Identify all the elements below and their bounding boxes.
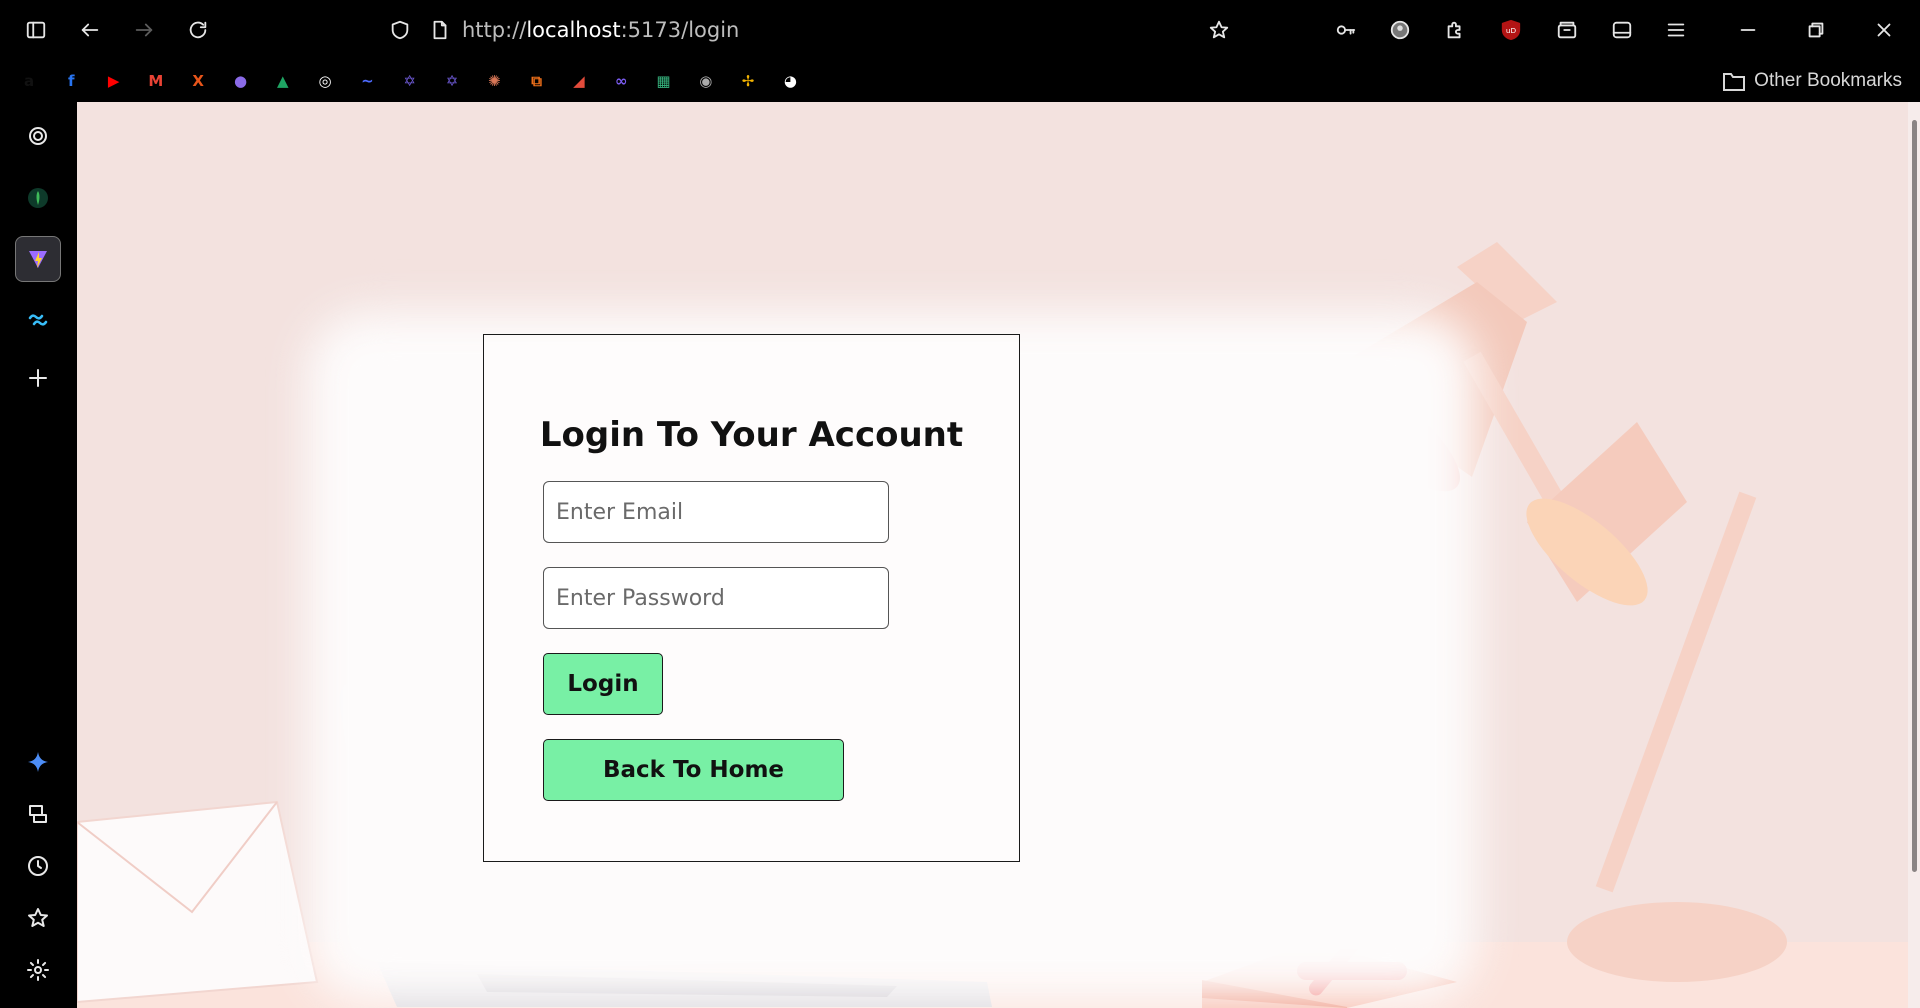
- account-avatar-icon[interactable]: [1382, 12, 1418, 48]
- sidebar-toggle-icon[interactable]: [18, 12, 54, 48]
- bookmark-x-icon[interactable]: X: [185, 68, 211, 94]
- folder-icon: [1723, 73, 1746, 91]
- mongodb-icon[interactable]: [18, 178, 58, 218]
- login-title: Login To Your Account: [539, 415, 964, 455]
- minimize-icon[interactable]: [1730, 12, 1766, 48]
- menu-hamburger-icon[interactable]: [1658, 12, 1694, 48]
- browser-sidebar: [0, 102, 77, 1008]
- page-scrollbar[interactable]: [1908, 102, 1920, 1008]
- bookmark-bolt-icon[interactable]: ⧉: [524, 68, 550, 94]
- bookmarks-bar: a f ▶ M X ● ▲ ◎ ~ ✡ ✡ ✺ ⧉ ◢ ∞ ▦ ◉ ✢ ◕ Other Bookmarks: [0, 60, 1920, 102]
- login-button[interactable]: Login: [543, 653, 663, 715]
- bookmark-incognito-icon[interactable]: ◕: [777, 68, 803, 94]
- bookmark-github-icon[interactable]: ◉: [693, 68, 719, 94]
- bookmarks-star-icon[interactable]: [18, 898, 58, 938]
- scrollbar-thumb[interactable]: [1912, 120, 1917, 872]
- add-panel-icon[interactable]: [18, 358, 58, 398]
- bookmark-deepseek-icon[interactable]: ~: [354, 68, 380, 94]
- forward-arrow-icon[interactable]: [126, 12, 162, 48]
- bookmark-play-app-icon[interactable]: ◢: [566, 68, 592, 94]
- tab-view-icon[interactable]: [1604, 12, 1640, 48]
- bookmark-google-drive-icon[interactable]: ▲: [270, 68, 296, 94]
- reload-icon[interactable]: [180, 12, 216, 48]
- chatgpt-icon[interactable]: [18, 116, 58, 156]
- bookmark-claude-icon[interactable]: ✺: [481, 68, 507, 94]
- bookmark-youtube-icon[interactable]: ▶: [101, 68, 127, 94]
- tailwind-icon[interactable]: [18, 300, 58, 340]
- ublock-origin-icon[interactable]: uD: [1493, 12, 1529, 48]
- browser-toolbar: http://localhost:5173/login uD: [0, 0, 1920, 60]
- password-field[interactable]: [543, 567, 889, 629]
- password-key-icon[interactable]: [1328, 12, 1364, 48]
- bookmark-star-app-2-icon[interactable]: ✡: [439, 68, 465, 94]
- other-bookmarks-label: Other Bookmarks: [1754, 70, 1902, 91]
- address-bar[interactable]: http://localhost:5173/login: [372, 10, 1212, 50]
- close-window-icon[interactable]: [1866, 12, 1902, 48]
- bookmark-pinwheel-icon[interactable]: ✢: [735, 68, 761, 94]
- gemini-sparkle-icon[interactable]: [18, 742, 58, 782]
- page-info-icon[interactable]: [422, 12, 458, 48]
- history-clock-icon[interactable]: [18, 846, 58, 886]
- bookmark-orb-icon[interactable]: ●: [228, 68, 254, 94]
- svg-text:uD: uD: [1506, 26, 1517, 35]
- shield-icon[interactable]: [382, 12, 418, 48]
- envelope-illustration: [77, 800, 319, 1004]
- bookmark-jira-app-icon[interactable]: ▦: [651, 68, 677, 94]
- bookmark-infinity-icon[interactable]: ∞: [608, 68, 634, 94]
- url-text[interactable]: http://localhost:5173/login: [462, 18, 739, 42]
- bookmark-flipkart-icon[interactable]: f: [58, 68, 84, 94]
- login-card: Login To Your Account Login Back To Home: [483, 334, 1020, 862]
- other-bookmarks-folder[interactable]: Other Bookmarks: [1722, 68, 1902, 94]
- page-viewport: Login To Your Account Login Back To Home: [77, 102, 1920, 1008]
- email-field[interactable]: [543, 481, 889, 543]
- bookmark-star-icon[interactable]: [1201, 12, 1237, 48]
- settings-gear-icon[interactable]: [18, 950, 58, 990]
- vite-icon[interactable]: [15, 236, 61, 282]
- bookmark-gmail-icon[interactable]: M: [143, 68, 169, 94]
- bookmark-star-app-icon[interactable]: ✡: [397, 68, 423, 94]
- pocket-box-icon[interactable]: [1549, 12, 1585, 48]
- bookmark-chatgpt-icon[interactable]: ◎: [312, 68, 338, 94]
- back-to-home-button[interactable]: Back To Home: [543, 739, 844, 801]
- back-arrow-icon[interactable]: [72, 12, 108, 48]
- restore-window-icon[interactable]: [1798, 12, 1834, 48]
- bookmark-amazon-icon[interactable]: a: [16, 68, 42, 94]
- extensions-puzzle-icon[interactable]: [1437, 12, 1473, 48]
- synced-tabs-icon[interactable]: [18, 794, 58, 834]
